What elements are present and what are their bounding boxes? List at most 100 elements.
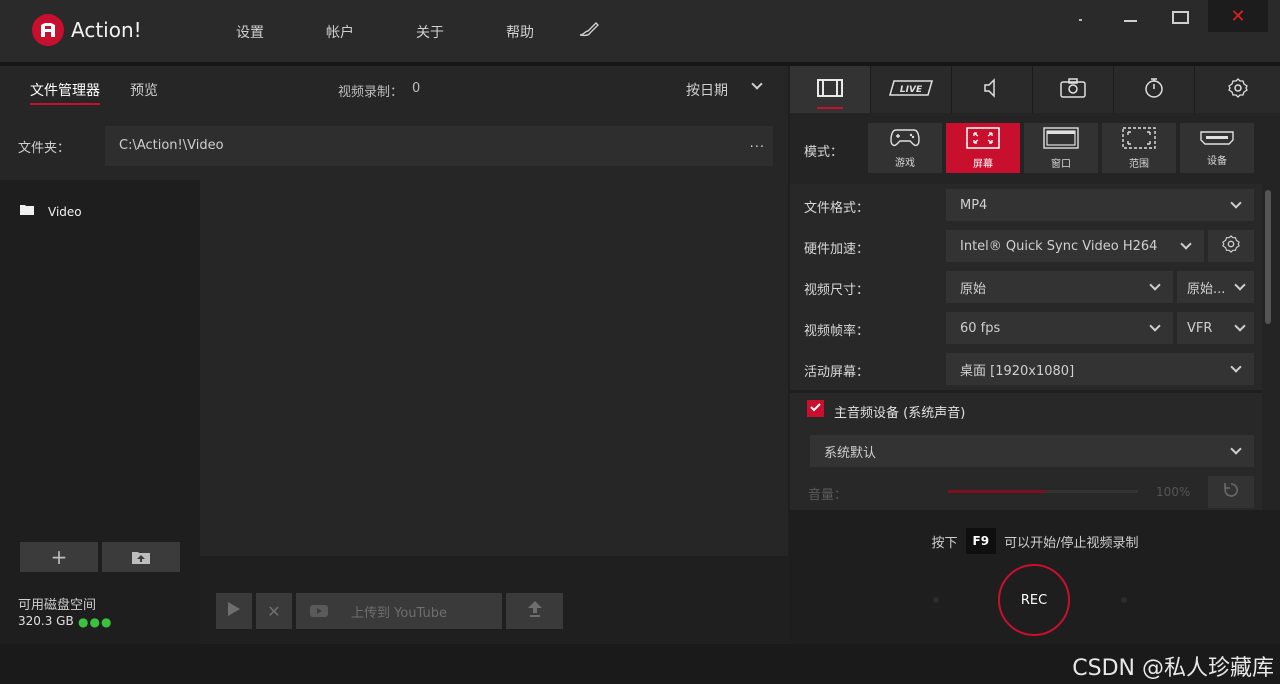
add-folder-button[interactable]: + <box>20 542 98 572</box>
minimize-button[interactable] <box>1118 0 1142 32</box>
recording-count-label: 视频录制： <box>338 85 404 100</box>
tab-live[interactable]: LIVE <box>871 66 952 113</box>
audio-device-select[interactable]: 系统默认 <box>810 435 1254 467</box>
menu-account[interactable]: 帐户 <box>326 22 354 42</box>
format-label: 文件格式： <box>804 201 870 216</box>
record-button-label: REC <box>1020 592 1048 608</box>
close-button[interactable]: ✕ <box>1208 0 1268 32</box>
recording-count-value: 0 <box>412 81 421 96</box>
tab-video[interactable] <box>790 66 871 113</box>
close-icon: ✕ <box>1230 5 1246 27</box>
chevron-down-icon <box>1230 197 1242 209</box>
window-icon <box>1043 126 1079 152</box>
volume-label: 音量： <box>808 488 848 503</box>
dot-icon <box>1068 0 1092 32</box>
title-bar: Action! 设置 帐户 关于 帮助 ✕ <box>0 0 1280 62</box>
tab-timer[interactable] <box>1114 66 1195 113</box>
record-hint-suffix: 可以开始/停止视频录制 <box>1004 535 1139 551</box>
checkmark-icon <box>810 401 821 416</box>
disk-space-value: 320.3 GB <box>18 614 74 628</box>
video-size-select[interactable]: 原始 <box>946 271 1173 303</box>
mode-device-button[interactable]: 设备 <box>1180 123 1254 173</box>
mode-window-button[interactable]: 窗口 <box>1024 123 1098 173</box>
menu-help[interactable]: 帮助 <box>506 22 534 42</box>
open-folder-button[interactable] <box>102 542 180 572</box>
record-hint-prefix: 按下 <box>931 535 958 551</box>
mode-label: 模式： <box>804 145 844 160</box>
volume-slider[interactable] <box>948 490 1138 493</box>
folder-path-field[interactable]: C:\Action!\Video ... <box>105 126 773 166</box>
fps-mode-value: VFR <box>1187 320 1213 336</box>
format-value: MP4 <box>960 197 988 213</box>
chevron-down-icon <box>1234 279 1246 291</box>
folder-icon <box>20 204 34 219</box>
tree-item-label: Video <box>48 204 82 219</box>
play-icon <box>228 602 240 620</box>
folder-path-value: C:\Action!\Video <box>119 138 224 153</box>
mode-game-button[interactable]: 游戏 <box>868 123 942 173</box>
tab-screenshot[interactable] <box>1033 66 1114 113</box>
video-settings-list: 文件格式： MP4 硬件加速： Intel® Quick Sync Video … <box>790 184 1262 510</box>
audio-device-value: 系统默认 <box>824 445 877 461</box>
stopwatch-icon <box>1143 77 1165 103</box>
tab-file-manager[interactable]: 文件管理器 <box>30 80 100 105</box>
menu-settings[interactable]: 设置 <box>236 22 264 42</box>
video-size-secondary-value: 原始... <box>1187 281 1226 297</box>
camera-icon <box>1060 77 1086 102</box>
disk-space-label: 可用磁盘空间 <box>18 598 97 613</box>
gear-icon <box>1222 235 1240 257</box>
tab-preview[interactable]: 预览 <box>130 80 158 100</box>
hdmi-icon <box>1200 130 1234 149</box>
action-logo-icon <box>32 14 64 46</box>
settings-scrollbar[interactable] <box>1265 190 1271 324</box>
hw-accel-select[interactable]: Intel® Quick Sync Video H264 <box>946 230 1204 262</box>
hw-accel-label: 硬件加速： <box>804 242 870 257</box>
folder-tree: Video + 可用磁盘空间 320.3 GB ●●● <box>0 180 200 644</box>
mode-area-button[interactable]: 范围 <box>1102 123 1176 173</box>
mode-screen-button[interactable]: 屏幕 <box>946 123 1020 173</box>
chevron-down-icon[interactable] <box>751 78 763 90</box>
folder-browse-button[interactable]: ... <box>750 136 765 151</box>
maximize-button[interactable] <box>1168 0 1192 32</box>
youtube-icon <box>310 605 328 621</box>
fps-select[interactable]: 60 fps <box>946 312 1173 344</box>
app-window: Action! 设置 帐户 关于 帮助 ✕ 文件管理器 预览 视频录制： 0 按… <box>0 0 1280 684</box>
fps-value: 60 fps <box>960 320 1001 336</box>
tab-audio[interactable] <box>952 66 1033 113</box>
menu-about[interactable]: 关于 <box>416 22 444 42</box>
app-name: Action! <box>71 18 142 42</box>
play-button[interactable] <box>216 593 252 629</box>
file-manager-panel: 文件管理器 预览 视频录制： 0 按日期 文件夹： C:\Action!\Vid… <box>0 66 788 644</box>
upload-youtube-label: 上传到 YouTube <box>351 605 447 621</box>
gamepad-icon <box>890 128 920 151</box>
video-list-area <box>200 180 788 556</box>
video-actions-bar: ✕ 上传到 YouTube <box>200 556 788 644</box>
upload-youtube-button[interactable]: 上传到 YouTube <box>296 593 502 629</box>
disk-status-icon: ●●● <box>78 615 113 629</box>
audio-device-checkbox[interactable] <box>807 400 824 417</box>
tree-item-video[interactable]: Video <box>20 204 82 219</box>
pen-icon[interactable] <box>578 20 600 42</box>
active-screen-label: 活动屏幕： <box>804 365 870 380</box>
video-size-secondary-select[interactable]: 原始... <box>1177 271 1254 303</box>
chevron-down-icon <box>1230 361 1242 373</box>
upload-button[interactable] <box>506 593 563 629</box>
record-area: 按下 F9 可以开始/停止视频录制 REC <box>790 510 1280 644</box>
sort-dropdown[interactable]: 按日期 <box>686 80 728 100</box>
chevron-down-icon <box>1234 320 1246 332</box>
record-button[interactable]: REC <box>998 564 1070 636</box>
volume-slider-fill <box>948 490 1045 493</box>
mode-screen-label: 屏幕 <box>973 158 993 170</box>
tab-settings[interactable] <box>1195 66 1280 113</box>
hw-accel-settings-button[interactable] <box>1208 230 1254 262</box>
settings-tabs: LIVE <box>790 66 1280 113</box>
indicator-right-icon <box>1121 597 1127 603</box>
fps-mode-select[interactable]: VFR <box>1177 312 1254 344</box>
upload-icon <box>527 601 542 621</box>
chevron-down-icon <box>1149 279 1161 291</box>
active-screen-select[interactable]: 桌面 [1920x1080] <box>946 353 1254 385</box>
volume-reset-button[interactable] <box>1208 476 1254 508</box>
indicator-left-icon <box>933 597 939 603</box>
delete-button[interactable]: ✕ <box>256 593 292 629</box>
format-select[interactable]: MP4 <box>946 189 1254 221</box>
